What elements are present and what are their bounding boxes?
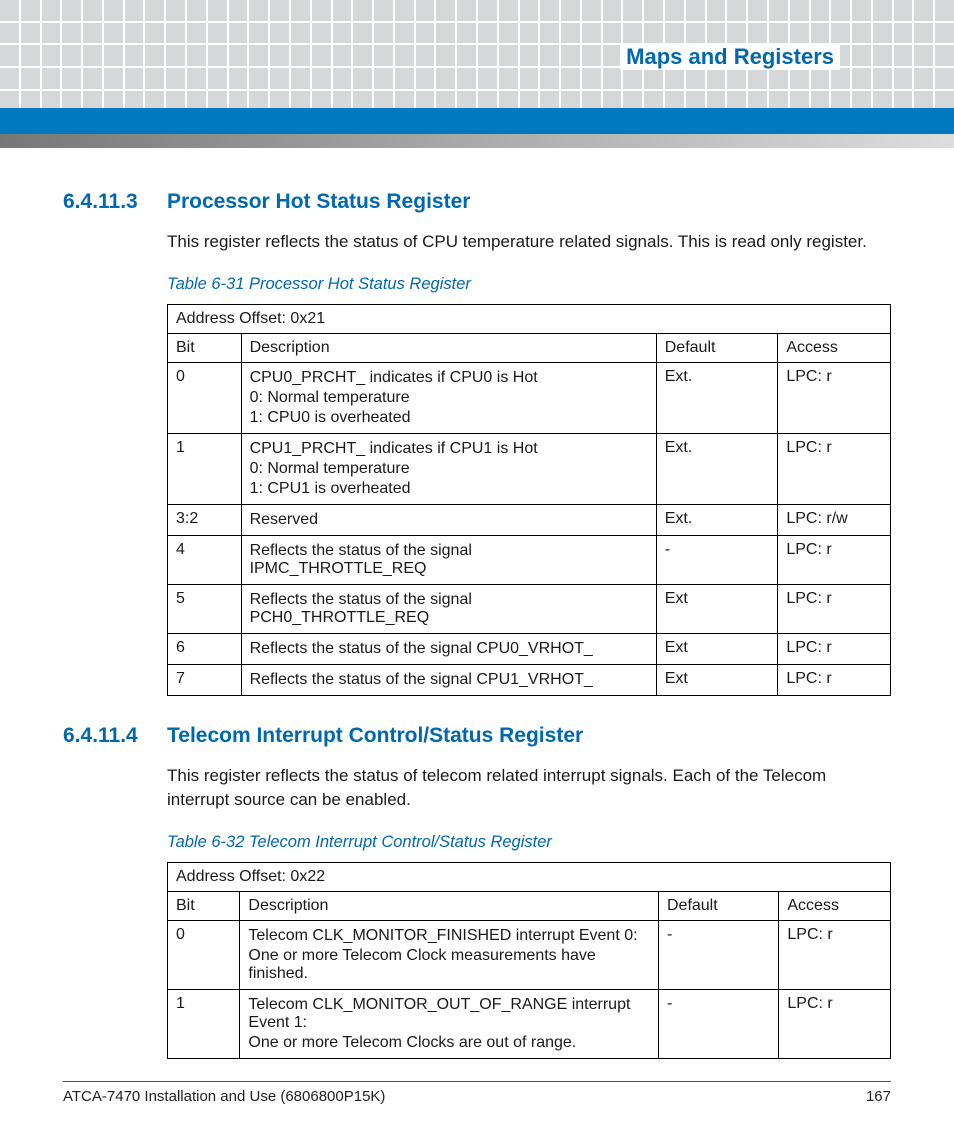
table-row: 0CPU0_PRCHT_ indicates if CPU0 is Hot0: …	[168, 362, 891, 433]
desc-line: One or more Telecom Clocks are out of ra…	[248, 1033, 650, 1053]
cell-description: Telecom CLK_MONITOR_OUT_OF_RANGE interru…	[240, 989, 659, 1058]
cell-description: CPU0_PRCHT_ indicates if CPU0 is Hot0: N…	[241, 362, 656, 433]
table-row: 4Reflects the status of the signal IPMC_…	[168, 535, 891, 584]
page-content: 6.4.11.3 Processor Hot Status Register T…	[63, 180, 891, 1059]
table-row: 6 Reflects the status of the signal CPU0_…	[168, 633, 891, 664]
desc-line: One or more Telecom Clock measurements h…	[248, 946, 650, 984]
table-header-row: Bit Description Default Access	[168, 333, 891, 362]
desc-line: CPU1_PRCHT_ indicates if CPU1 is Hot	[250, 439, 648, 459]
page-footer: ATCA-7470 Installation and Use (6806800P…	[63, 1081, 891, 1105]
cell-bit: 0	[168, 920, 240, 989]
desc-line: 1: CPU0 is overheated	[250, 408, 648, 428]
section-body: This register reflects the status of tel…	[167, 764, 891, 813]
table-caption: Table 6-32 Telecom Interrupt Control/Sta…	[167, 833, 891, 852]
cell-description: Telecom CLK_MONITOR_FINISHED interrupt E…	[240, 920, 659, 989]
section-title: Processor Hot Status Register	[167, 190, 470, 214]
col-bit: Bit	[168, 333, 242, 362]
desc-line: CPU0_PRCHT_ indicates if CPU0 is Hot	[250, 368, 648, 388]
desc-line: 1: CPU1 is overheated	[250, 479, 648, 499]
footer-page-number: 167	[866, 1088, 891, 1105]
table-row: 7 Reflects the status of the signal CPU1_…	[168, 664, 891, 695]
cell-bit: 1	[168, 989, 240, 1058]
header-blue-bar	[0, 108, 954, 134]
cell-description: Reflects the status of the signal CPU1_V…	[241, 664, 656, 695]
table-address-row: Address Offset: 0x21	[168, 304, 891, 333]
cell-default: Ext	[656, 584, 778, 633]
cell-access: LPC: r	[779, 920, 891, 989]
desc-line: Reflects the status of the signal PCH0_T…	[250, 590, 648, 628]
cell-default: Ext	[656, 664, 778, 695]
register-table-631: Address Offset: 0x21 Bit Description Def…	[167, 304, 891, 696]
cell-access: LPC: r/w	[778, 504, 891, 535]
cell-bit: 3:2	[168, 504, 242, 535]
desc-line: Reflects the status of the signal IPMC_T…	[250, 541, 648, 579]
cell-bit: 5	[168, 584, 242, 633]
table-row: 3:2 Reserved Ext.LPC: r/w	[168, 504, 891, 535]
desc-line: Reflects the status of the signal CPU0_V…	[250, 639, 648, 659]
desc-line: 0: Normal temperature	[250, 388, 648, 408]
table-row: 1Telecom CLK_MONITOR_OUT_OF_RANGE interr…	[168, 989, 891, 1058]
cell-default: Ext.	[656, 362, 778, 433]
chapter-title: Maps and Registers	[620, 44, 840, 70]
cell-description: Reserved	[241, 504, 656, 535]
section-number: 6.4.11.3	[63, 190, 149, 214]
cell-access: LPC: r	[778, 664, 891, 695]
cell-description: Reflects the status of the signal CPU0_V…	[241, 633, 656, 664]
cell-default: -	[658, 920, 778, 989]
cell-default: Ext	[656, 633, 778, 664]
desc-line: Reserved	[250, 510, 648, 530]
cell-default: -	[658, 989, 778, 1058]
col-bit: Bit	[168, 891, 240, 920]
cell-bit: 6	[168, 633, 242, 664]
header-gradient-bar	[0, 134, 954, 148]
cell-description: Reflects the status of the signal IPMC_T…	[241, 535, 656, 584]
table-header-row: Bit Description Default Access	[168, 891, 891, 920]
col-def: Default	[656, 333, 778, 362]
cell-description: CPU1_PRCHT_ indicates if CPU1 is Hot0: N…	[241, 433, 656, 504]
table-row: 0 Telecom CLK_MONITOR_FINISHED interrupt …	[168, 920, 891, 989]
cell-default: -	[656, 535, 778, 584]
footer-doc-title: ATCA-7470 Installation and Use (6806800P…	[63, 1088, 385, 1105]
address-offset: Address Offset: 0x22	[168, 862, 891, 891]
cell-access: LPC: r	[778, 584, 891, 633]
section-body: This register reflects the status of CPU…	[167, 230, 891, 255]
cell-access: LPC: r	[779, 989, 891, 1058]
cell-access: LPC: r	[778, 633, 891, 664]
cell-bit: 7	[168, 664, 242, 695]
address-offset: Address Offset: 0x21	[168, 304, 891, 333]
cell-bit: 4	[168, 535, 242, 584]
cell-access: LPC: r	[778, 433, 891, 504]
col-desc: Description	[240, 891, 659, 920]
col-acc: Access	[779, 891, 891, 920]
table-row: 5Reflects the status of the signal PCH0_…	[168, 584, 891, 633]
cell-access: LPC: r	[778, 362, 891, 433]
register-table-632: Address Offset: 0x22 Bit Description Def…	[167, 862, 891, 1059]
desc-line: Telecom CLK_MONITOR_OUT_OF_RANGE interru…	[248, 995, 650, 1033]
section-heading: 6.4.11.3 Processor Hot Status Register	[63, 190, 891, 214]
section-heading: 6.4.11.4 Telecom Interrupt Control/Statu…	[63, 724, 891, 748]
cell-default: Ext.	[656, 504, 778, 535]
col-def: Default	[658, 891, 778, 920]
cell-description: Reflects the status of the signal PCH0_T…	[241, 584, 656, 633]
desc-line: 0: Normal temperature	[250, 459, 648, 479]
section-number: 6.4.11.4	[63, 724, 149, 748]
cell-bit: 0	[168, 362, 242, 433]
col-desc: Description	[241, 333, 656, 362]
cell-bit: 1	[168, 433, 242, 504]
cell-default: Ext.	[656, 433, 778, 504]
cell-access: LPC: r	[778, 535, 891, 584]
col-acc: Access	[778, 333, 891, 362]
desc-line: Telecom CLK_MONITOR_FINISHED interrupt E…	[248, 926, 650, 946]
table-address-row: Address Offset: 0x22	[168, 862, 891, 891]
desc-line: Reflects the status of the signal CPU1_V…	[250, 670, 648, 690]
table-caption: Table 6-31 Processor Hot Status Register	[167, 275, 891, 294]
table-row: 1CPU1_PRCHT_ indicates if CPU1 is Hot0: …	[168, 433, 891, 504]
section-title: Telecom Interrupt Control/Status Registe…	[167, 724, 583, 748]
